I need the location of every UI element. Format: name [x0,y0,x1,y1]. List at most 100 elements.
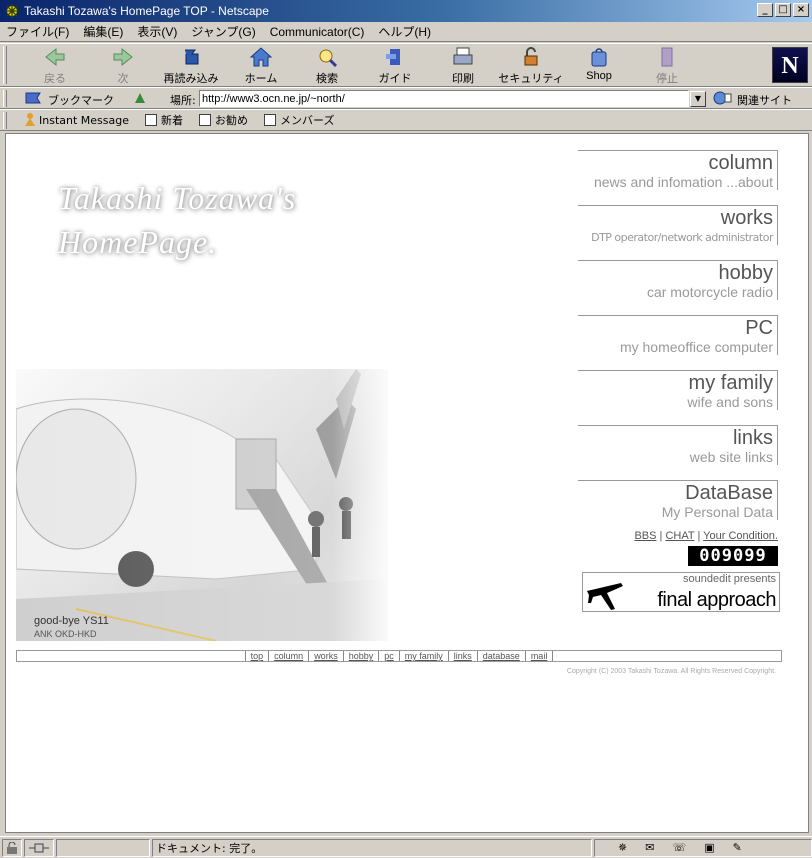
airplane-silhouette-icon [587,583,623,610]
netscape-app-icon [4,3,20,19]
banner-title: final approach [657,589,776,611]
recommended-label: お勧め [215,114,248,127]
print-label: 印刷 [452,73,474,85]
nav-my-family[interactable]: my family wife and sons [578,370,778,410]
visitor-counter: 009099 [688,546,778,566]
nav-database[interactable]: DataBase My Personal Data [578,480,778,520]
chat-link[interactable]: CHAT [665,530,694,542]
footer-link-column[interactable]: column [268,651,308,661]
footer-link-pc[interactable]: pc [378,651,399,661]
nav-column[interactable]: column news and infomation ...about [578,150,778,190]
reload-icon [178,46,204,68]
menu-communicator[interactable]: Communicator(C) [270,25,365,39]
photo-subcaption: ANK OKD-HKD [34,629,97,639]
composer-icon[interactable]: ▣ [704,841,714,854]
instant-message-label: Instant Message [39,113,129,127]
reload-button[interactable]: 再読み込み [156,46,226,86]
guide-button[interactable]: ガイド [360,46,430,86]
final-approach-banner[interactable]: soundedit presents final approach [582,572,780,612]
person-icon [24,112,36,129]
whats-new-label: 新着 [161,114,183,127]
menu-bar: ファイル(F) 編集(E) 表示(V) ジャンプ(G) Communicator… [0,22,812,42]
nav-pc[interactable]: PC my homeoffice computer [578,315,778,355]
close-button[interactable]: × [793,3,809,17]
search-label: 検索 [316,73,338,85]
status-bar: ドキュメント: 完了。 ✵ ✉ ☏ ▣ ✎ [0,836,812,858]
print-button[interactable]: 印刷 [428,46,498,86]
footer-link-links[interactable]: links [447,651,477,661]
footer-link-works[interactable]: works [308,651,343,661]
footer-navigation: top column works hobby pc my family link… [16,650,782,662]
mail-icon[interactable]: ✉ [645,841,654,854]
your-condition-link[interactable]: Your Condition. [703,530,778,542]
navigator-icon[interactable]: ✵ [618,841,627,854]
nav-works[interactable]: works DTP operator/network administrator [578,205,778,245]
footer-link-hobby[interactable]: hobby [342,651,379,661]
photo-caption: good-bye YS11 [34,615,109,627]
nav-column-subtitle: news and infomation ...about [593,174,773,190]
home-button[interactable]: ホーム [226,46,296,86]
discussion-icon[interactable]: ☏ [672,841,686,854]
lock-icon [518,46,544,68]
toolbar-grip[interactable] [3,112,7,129]
shop-button[interactable]: Shop [564,46,634,86]
url-input[interactable] [199,90,689,107]
recommended-link[interactable]: お勧め [199,112,248,128]
menu-view[interactable]: 表示(V) [137,23,177,40]
url-dropdown-arrow[interactable]: ▼ [690,91,706,107]
banner-subtitle: soundedit presents [683,573,776,585]
nav-hobby-title: hobby [718,262,774,284]
page-icon [199,114,211,126]
guide-label: ガイド [378,73,412,85]
minimize-button[interactable]: _ [757,3,773,17]
nav-pc-title: PC [745,317,773,339]
personal-toolbar: Instant Message 新着 お勧め メンバーズ [0,109,812,131]
nav-links[interactable]: links web site links [578,425,778,465]
instant-message-link[interactable]: Instant Message [24,112,129,129]
stop-icon [654,46,680,68]
security-lock-icon[interactable] [2,838,22,857]
airplane-photo [16,369,388,641]
stop-button[interactable]: 停止 [632,46,702,86]
bookmarks-button[interactable]: ブックマーク [24,90,148,109]
title-bar: Takashi Tozawa's HomePage TOP - Netscape… [0,0,812,22]
footer-link-database[interactable]: database [476,651,525,661]
forward-button[interactable]: 次 [88,46,158,86]
whats-new-link[interactable]: 新着 [145,112,183,128]
nav-column-title: column [708,152,773,174]
menu-file[interactable]: ファイル(F) [6,23,69,40]
related-sites-button[interactable]: 関連サイト [712,90,792,109]
menu-help[interactable]: ヘルプ(H) [378,23,431,40]
nav-works-title: works [720,207,773,229]
menu-edit[interactable]: 編集(E) [83,23,123,40]
menu-go[interactable]: ジャンプ(G) [191,23,255,40]
netscape-logo[interactable]: N [772,47,808,83]
nav-my-family-title: my family [688,372,773,394]
nav-hobby[interactable]: hobby car motorcycle radio [578,260,778,300]
security-button[interactable]: セキュリティ [496,46,566,86]
maximize-button[interactable]: □ [775,3,791,17]
nav-my-family-subtitle: wife and sons [687,394,773,410]
footer-link-mail[interactable]: mail [524,651,554,661]
toolbar-grip[interactable] [3,90,7,107]
toolbar-grip[interactable] [3,46,7,84]
search-icon [314,46,340,68]
reload-label: 再読み込み [163,73,219,85]
back-button[interactable]: 戻る [20,46,90,86]
location-page-icon[interactable] [132,90,148,109]
forward-arrow-icon [110,46,136,68]
members-link[interactable]: メンバーズ [264,112,334,128]
component-bar: ✵ ✉ ☏ ▣ ✎ [594,838,812,857]
nav-links-title: links [732,427,773,449]
editor-icon[interactable]: ✎ [733,841,742,854]
nav-links-subtitle: web site links [689,449,773,465]
connection-icon[interactable] [24,838,54,857]
stop-label: 停止 [656,73,678,85]
search-button[interactable]: 検索 [292,46,362,86]
footer-link-my-family[interactable]: my family [398,651,448,661]
bbs-link[interactable]: BBS [634,530,656,542]
forward-label: 次 [117,73,129,85]
nav-pc-subtitle: my homeoffice computer [619,339,773,355]
footer-link-top[interactable]: top [244,651,269,661]
site-logo-line2: HomePage. [58,224,218,260]
